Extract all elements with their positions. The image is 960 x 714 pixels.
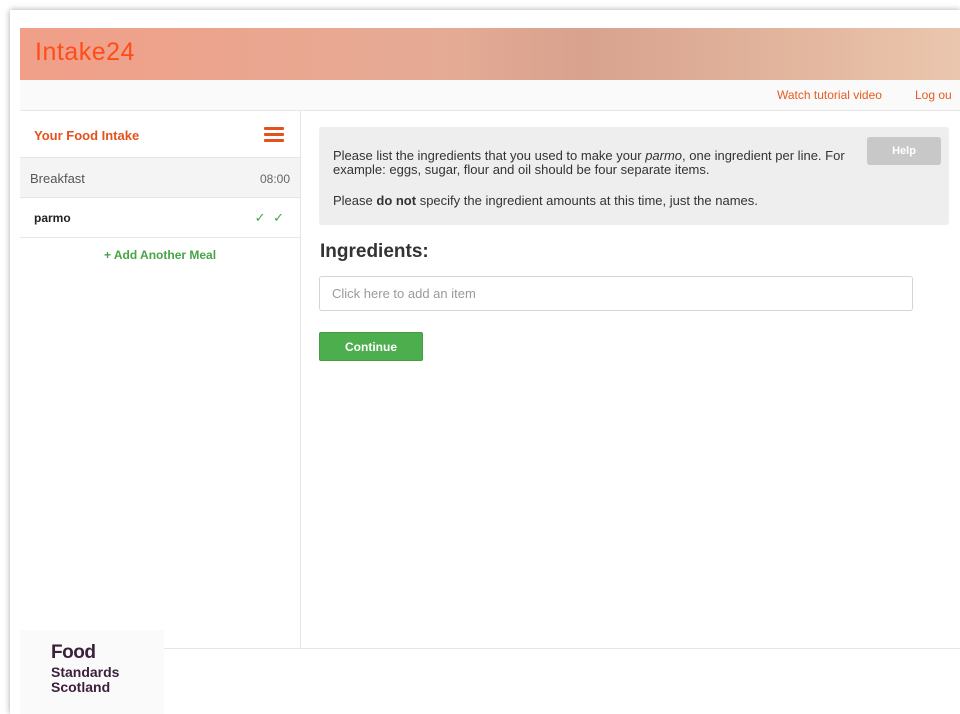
app-header: Intake24 [20, 28, 960, 80]
hamburger-menu-icon[interactable] [264, 127, 284, 143]
food-standards-scotland-logo: Food Standards Scotland [20, 630, 164, 714]
meal-item-parmo[interactable]: parmo ✓ ✓ [20, 198, 300, 238]
instruction-note: Please do not specify the ingredient amo… [333, 193, 758, 208]
meal-time: 08:00 [259, 172, 290, 186]
add-ingredient-input[interactable] [319, 276, 913, 311]
main-content: Please list the ingredients that you use… [301, 111, 960, 648]
sidebar-title: Your Food Intake [34, 128, 140, 143]
meal-name: parmo [34, 211, 71, 225]
watch-tutorial-link[interactable]: Watch tutorial video [777, 88, 882, 102]
sidebar-header: Your Food Intake [20, 111, 300, 158]
instruction-box: Please list the ingredients that you use… [319, 127, 949, 225]
top-navigation-bar: Watch tutorial video Log ou [20, 80, 960, 111]
food-name: parmo [645, 148, 683, 163]
add-another-meal-link[interactable]: + Add Another Meal [20, 248, 300, 262]
continue-button[interactable]: Continue [319, 332, 423, 361]
app-title: Intake24 [35, 38, 135, 66]
help-button[interactable]: Help [867, 137, 941, 165]
completed-check-icon: ✓ ✓ [254, 210, 286, 225]
logout-link[interactable]: Log ou [915, 88, 952, 102]
instruction-text: Please list the ingredients that you use… [333, 148, 845, 177]
meal-item-breakfast[interactable]: Breakfast 08:00 [20, 158, 300, 198]
ingredients-heading: Ingredients: [320, 241, 429, 262]
food-intake-sidebar: Your Food Intake Breakfast 08:00 parmo ✓… [20, 111, 301, 648]
meal-name: Breakfast [30, 171, 85, 186]
